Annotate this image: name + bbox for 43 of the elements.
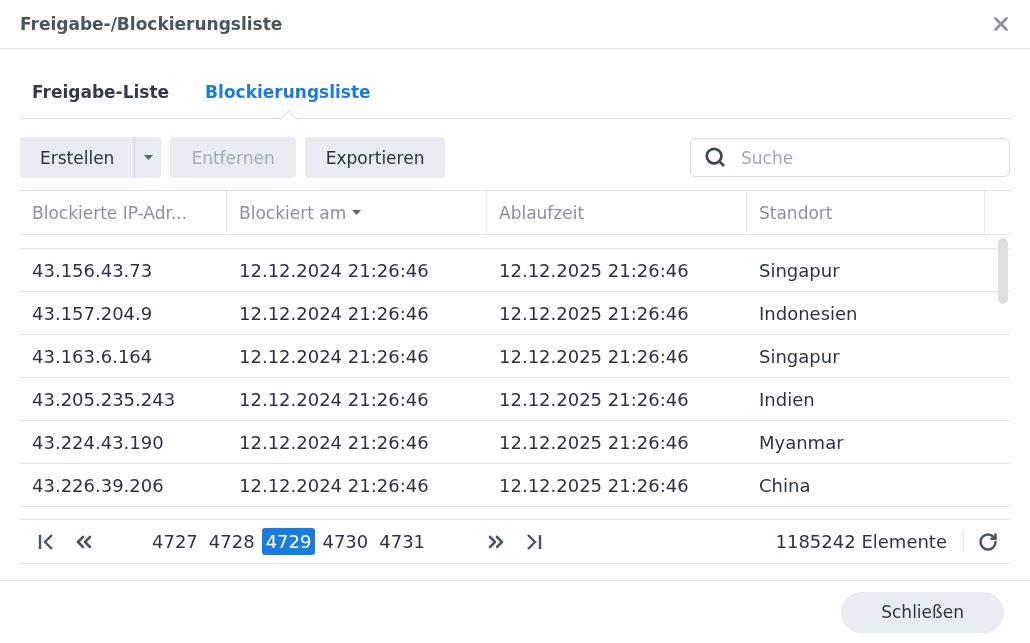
table-cell-text: 12.12.2025 21:26:46	[498, 345, 690, 367]
window-title: Freigabe-/Blockierungsliste	[20, 14, 283, 34]
table-cell-text: 12.12.2025 21:26:46	[498, 474, 690, 496]
sort-caret-icon	[352, 210, 362, 215]
search-field[interactable]: Suche	[690, 138, 1010, 177]
table-cell-text: Indien	[758, 388, 816, 410]
toolbar-button[interactable]: Exportieren	[304, 137, 446, 178]
table-cell-text: Singapur	[758, 259, 841, 281]
refresh-button[interactable]	[978, 531, 998, 552]
page-button[interactable]: 4728	[204, 528, 259, 555]
table-cell-text: 12.12.2025 21:26:46	[498, 259, 690, 281]
table-cell-text: Indonesien	[758, 302, 859, 324]
table-cell-text: 12.12.2024 21:26:46	[238, 474, 430, 496]
table-cell-text: 43.163.6.164	[31, 345, 154, 367]
table-cell-text: 12.12.2024 21:26:46	[238, 431, 430, 453]
table-cell-text: 12.12.2024 21:26:46	[238, 259, 430, 281]
table-cell-text: 12.12.2024 21:26:46	[238, 345, 430, 367]
page-button[interactable]: 4729	[261, 528, 316, 555]
table-cell-text: 12.12.2025 21:26:46	[498, 302, 690, 324]
table-cell-text: Singapur	[758, 345, 841, 367]
table-cell-text: 43.205.235.243	[31, 388, 177, 410]
table-cell-text: 12.12.2025 21:26:46	[498, 431, 690, 453]
create-button[interactable]: Erstellen	[20, 137, 136, 178]
table-cell-text: 12.12.2024 21:26:46	[238, 388, 430, 410]
table-cell-text: Myanmar	[758, 431, 845, 453]
caret-icon	[143, 155, 153, 160]
page-button[interactable]: 4731	[375, 528, 430, 555]
refresh-icon	[978, 531, 998, 552]
table-cell-text: 12.12.2024 21:26:46	[238, 302, 430, 324]
table-cell-text: 12.12.2025 21:26:46	[498, 388, 690, 410]
table-cell-text: China	[758, 474, 812, 496]
tab[interactable]: Freigabe-Liste	[32, 82, 170, 118]
close-dialog-button[interactable]: Schließen	[841, 591, 1004, 633]
table-cell-text: 43.224.43.190	[31, 431, 165, 453]
item-count: 1185242 Elemente	[775, 531, 964, 552]
table-cell-text: 43.157.204.9	[31, 302, 154, 324]
page-button[interactable]: 4727	[148, 528, 202, 555]
table-cell-text: 43.226.39.206	[31, 474, 165, 496]
page-button[interactable]: 4730	[318, 528, 373, 555]
scrollbar-thumb[interactable]	[998, 238, 1008, 304]
table-cell-text: 43.156.43.73	[31, 259, 154, 281]
search-icon	[704, 146, 726, 168]
create-split-button[interactable]: Erstellen	[20, 137, 162, 178]
